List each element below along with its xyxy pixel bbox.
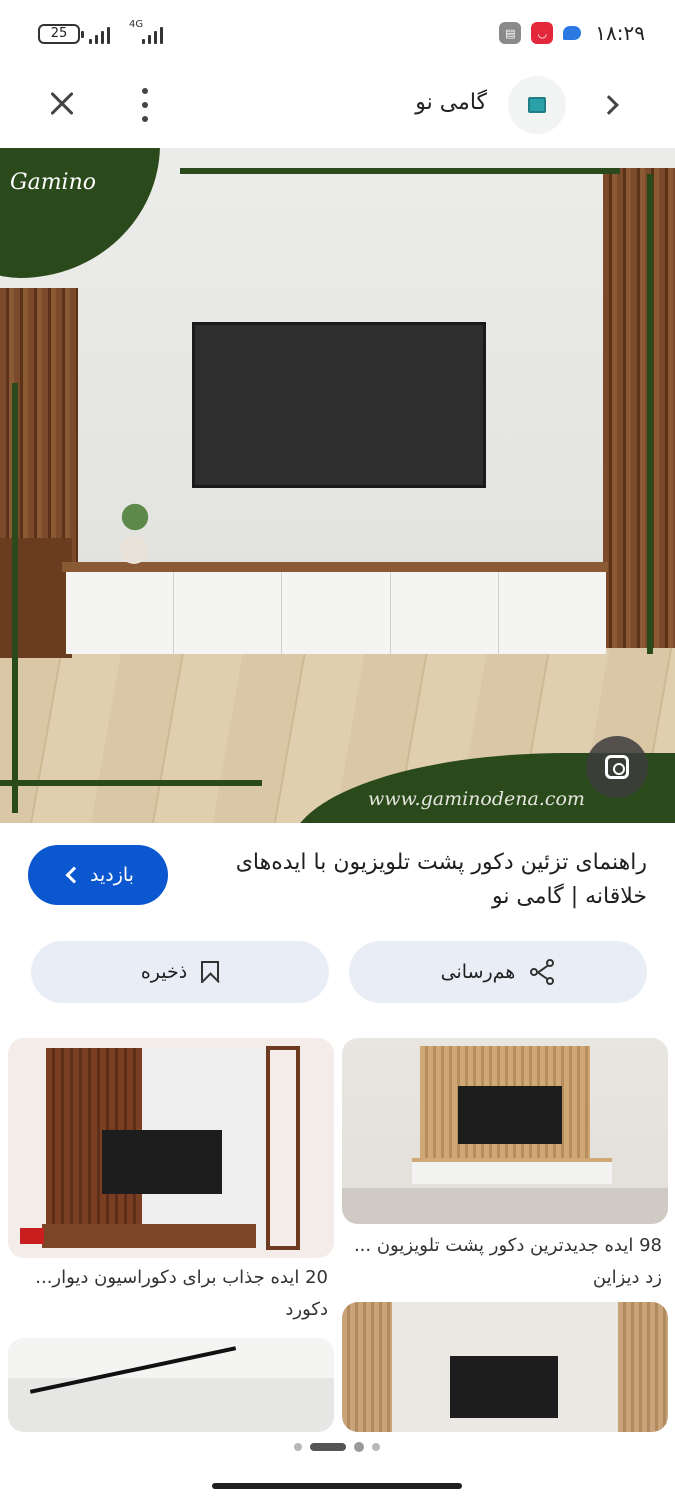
chevron-left-icon (65, 866, 83, 884)
tv-screen (102, 1130, 222, 1194)
tv-screen (450, 1356, 558, 1418)
watermark: www.gaminodena.com (368, 788, 585, 810)
app-bar: گامی نو (0, 70, 675, 140)
visit-label: بازدید (90, 864, 134, 886)
related-image[interactable] (8, 1338, 334, 1432)
related-caption[interactable]: 20 ایده جذاب برای دکوراسیون دیوار... دکو… (8, 1262, 328, 1326)
share-icon (529, 959, 555, 985)
share-button[interactable]: هم‌رسانی (349, 941, 647, 1003)
plant-pot (120, 536, 148, 564)
status-right: ▤ ◡ ۱۸:۲۹ (499, 20, 645, 46)
tv-screen (192, 322, 486, 488)
notification-app-icon-2: ◡ (531, 22, 554, 44)
site-favicon[interactable] (508, 76, 566, 134)
battery-indicator: 25 (38, 24, 84, 44)
plant (112, 494, 158, 540)
brand-logo (20, 1228, 44, 1244)
signal-icon (89, 24, 110, 44)
bookmark-icon (201, 961, 220, 983)
status-bar: 25 4G ▤ ◡ ۱۸:۲۹ (0, 0, 675, 66)
visit-button[interactable]: بازدید (28, 845, 168, 905)
notification-app-icon: ▤ (499, 22, 522, 44)
site-name[interactable]: گامی نو (415, 90, 487, 115)
clock: ۱۸:۲۹ (595, 21, 645, 45)
hero-image[interactable]: Gamino www.gaminodena.com (0, 148, 675, 823)
related-caption[interactable]: 98 ایده جدیدترین دکور پشت تلویزیون ... ز… (342, 1230, 662, 1294)
share-label: هم‌رسانی (440, 961, 516, 983)
related-image[interactable] (342, 1038, 668, 1224)
tv-screen (458, 1086, 562, 1144)
network-type: 4G (129, 19, 144, 30)
lens-search-icon[interactable] (586, 736, 648, 798)
close-icon[interactable] (44, 86, 80, 122)
tv-console (66, 572, 606, 654)
message-icon (563, 26, 582, 40)
save-label: ذخیره (140, 961, 188, 983)
signal-icon-2 (142, 24, 163, 44)
page-indicator (294, 1442, 380, 1452)
related-image[interactable] (342, 1302, 668, 1432)
more-options-icon[interactable] (132, 88, 158, 122)
chevron-right-icon[interactable] (598, 92, 624, 118)
result-title[interactable]: راهنمای تزئین دکور پشت تلویزیون با ایده‌… (207, 846, 647, 914)
related-image[interactable] (8, 1038, 334, 1258)
save-button[interactable]: ذخیره (31, 941, 329, 1003)
brand-logo: Gamino (10, 170, 97, 195)
home-indicator[interactable] (212, 1483, 462, 1489)
side-table (0, 538, 72, 658)
